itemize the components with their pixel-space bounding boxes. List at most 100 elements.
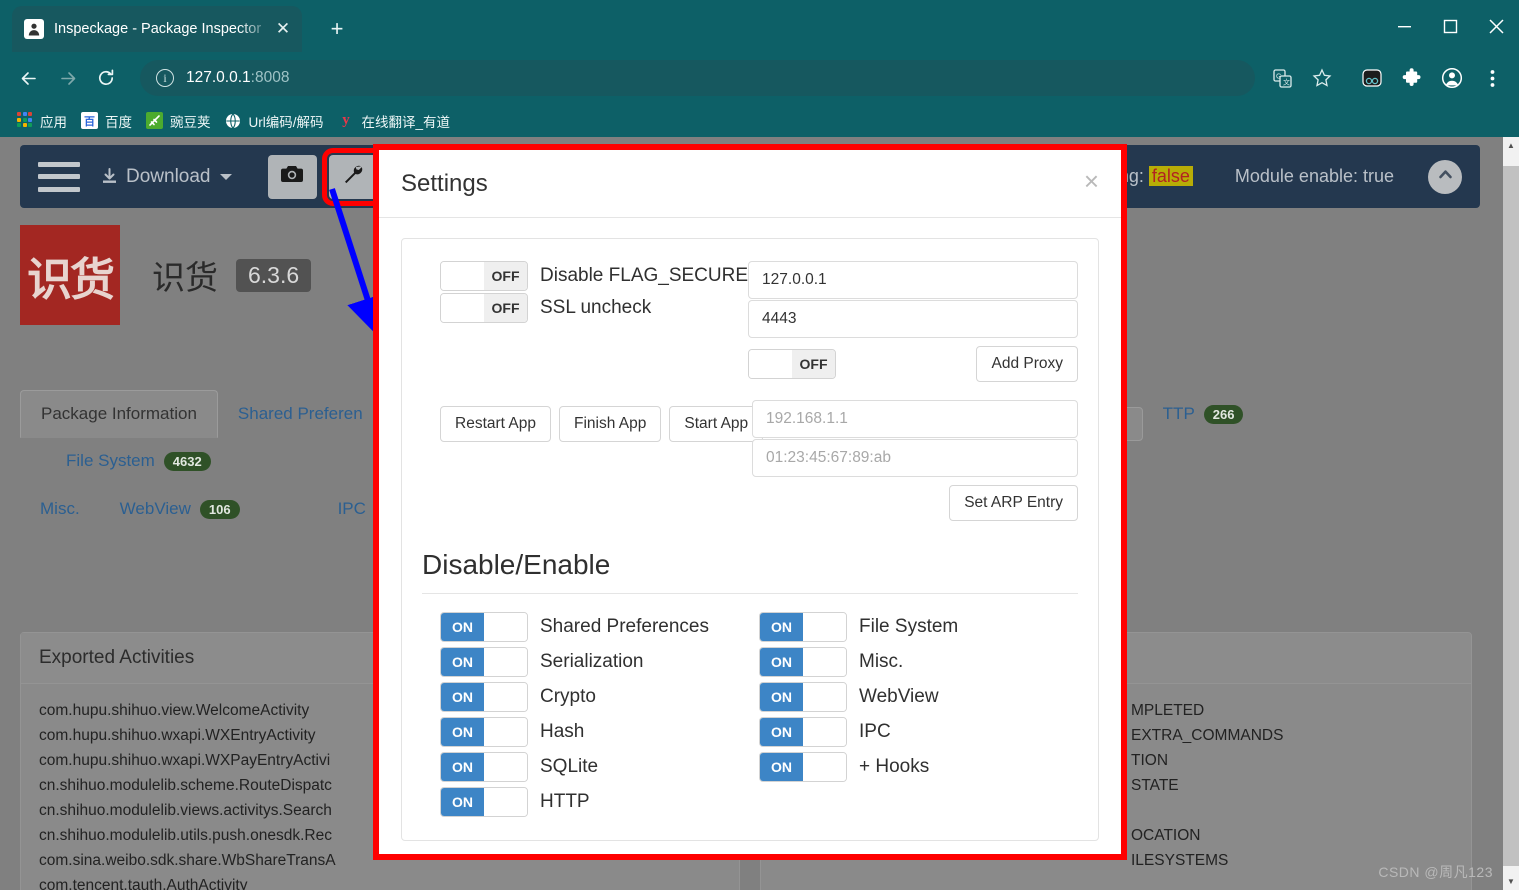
settings-mid-grid: Restart App Finish App Start App Set ARP… bbox=[422, 382, 1078, 521]
page-scrollbar[interactable]: ▲ ▼ bbox=[1503, 137, 1519, 890]
flag-secure-row: OFF Disable FLAG_SECURE bbox=[440, 261, 748, 291]
toggle-label: IPC bbox=[859, 721, 891, 743]
toggle-knob bbox=[749, 350, 792, 378]
shared-preferences-toggle[interactable]: ON bbox=[440, 612, 528, 642]
tab-webview[interactable]: WebView 106 bbox=[100, 486, 260, 532]
forward-arrow-icon[interactable] bbox=[52, 62, 84, 94]
bookmark-wandoujia[interactable]: 豌豆荚 bbox=[142, 108, 221, 134]
finish-app-button[interactable]: Finish App bbox=[559, 406, 661, 442]
http-toggle[interactable]: ON bbox=[440, 787, 528, 817]
settings-modal-body: OFF Disable FLAG_SECURE OFF SSL uncheck bbox=[379, 218, 1121, 854]
ipc-toggle[interactable]: ON bbox=[759, 717, 847, 747]
address-bar[interactable]: i 127.0.0.1:8008 bbox=[140, 60, 1255, 96]
ssl-uncheck-toggle[interactable]: OFF bbox=[440, 293, 528, 323]
scroll-up-arrow-icon[interactable]: ▲ bbox=[1503, 137, 1519, 154]
profile-icon[interactable] bbox=[1436, 62, 1468, 94]
tab-label: Shared Preferen bbox=[238, 404, 363, 424]
restart-app-button[interactable]: Restart App bbox=[440, 406, 551, 442]
toggle-row-shared-preferences: ON Shared Preferences bbox=[440, 612, 759, 642]
file-system-toggle[interactable]: ON bbox=[759, 612, 847, 642]
bookmark-urlcodec[interactable]: Url编码/解码 bbox=[221, 108, 334, 134]
settings-wrench-button[interactable] bbox=[329, 155, 378, 199]
hooks-toggle[interactable]: ON bbox=[759, 752, 847, 782]
bookmark-label: 豌豆荚 bbox=[170, 111, 211, 131]
bookmark-baidu[interactable]: 百 百度 bbox=[77, 108, 142, 134]
info-circle-icon[interactable]: i bbox=[156, 69, 174, 87]
status-badge: false bbox=[1149, 166, 1193, 186]
arp-ip-input[interactable] bbox=[752, 400, 1078, 438]
misc-toggle[interactable]: ON bbox=[759, 647, 847, 677]
bookmark-label: 在线翻译_有道 bbox=[362, 111, 451, 131]
settings-modal-header: Settings × bbox=[379, 150, 1121, 218]
toggle-label: Disable FLAG_SECURE bbox=[540, 265, 748, 287]
tab-favicon-icon bbox=[24, 19, 44, 39]
app-name: 识货 bbox=[152, 251, 218, 299]
toggle-knob bbox=[484, 753, 527, 781]
settings-modal-title: Settings bbox=[401, 170, 488, 198]
toggle-state-label: ON bbox=[441, 718, 484, 746]
arp-mac-input[interactable] bbox=[752, 439, 1078, 477]
download-dropdown[interactable]: Download bbox=[100, 166, 232, 188]
browser-tab[interactable]: Inspeckage - Package Inspector ✕ bbox=[12, 6, 302, 52]
tab-badge: 106 bbox=[200, 500, 240, 519]
download-label: Download bbox=[126, 166, 211, 188]
list-item: com.tencent.tauth.AuthActivity bbox=[39, 873, 721, 890]
app-version-badge: 6.3.6 bbox=[236, 259, 311, 292]
reload-icon[interactable] bbox=[90, 62, 122, 94]
disable-flag-secure-toggle[interactable]: OFF bbox=[440, 261, 528, 291]
webview-toggle[interactable]: ON bbox=[759, 682, 847, 712]
sqlite-toggle[interactable]: ON bbox=[440, 752, 528, 782]
close-icon[interactable] bbox=[1473, 0, 1519, 52]
tab-file-system[interactable]: File System 4632 bbox=[46, 438, 231, 484]
serialization-toggle[interactable]: ON bbox=[440, 647, 528, 677]
star-icon[interactable] bbox=[1306, 62, 1338, 94]
scrollbar-thumb[interactable] bbox=[1503, 166, 1519, 866]
close-icon[interactable]: × bbox=[1080, 164, 1103, 198]
toggle-knob bbox=[803, 718, 846, 746]
proxy-port-input[interactable] bbox=[748, 300, 1078, 338]
puzzle-icon[interactable] bbox=[1396, 62, 1428, 94]
tab-shared-preferences[interactable]: Shared Preferen bbox=[218, 391, 383, 437]
hamburger-menu-icon[interactable] bbox=[38, 162, 80, 192]
extension-avatar-icon[interactable] bbox=[1356, 62, 1388, 94]
start-app-button[interactable]: Start App bbox=[669, 406, 763, 442]
maximize-icon[interactable] bbox=[1427, 0, 1473, 52]
bookmark-youdao[interactable]: y 在线翻译_有道 bbox=[334, 108, 461, 134]
back-arrow-icon[interactable] bbox=[12, 62, 44, 94]
new-tab-button[interactable]: + bbox=[322, 14, 352, 44]
proxy-toggle[interactable]: OFF bbox=[748, 349, 836, 379]
toggle-label: SQLite bbox=[540, 756, 598, 778]
toggle-row-ipc: ON IPC bbox=[759, 717, 1078, 747]
screenshot-button[interactable] bbox=[268, 155, 317, 199]
toggle-knob bbox=[441, 262, 484, 290]
proxy-column: OFF Add Proxy bbox=[748, 261, 1078, 382]
toggle-row-crypto: ON Crypto bbox=[440, 682, 759, 712]
scroll-down-arrow-icon[interactable]: ▼ bbox=[1503, 873, 1519, 890]
add-proxy-button[interactable]: Add Proxy bbox=[976, 346, 1078, 382]
toggle-label: + Hooks bbox=[859, 756, 929, 778]
toggle-state-label: ON bbox=[760, 753, 803, 781]
translate-icon[interactable]: G文 bbox=[1266, 62, 1298, 94]
disable-enable-left-column: ON Shared Preferences ON Serial bbox=[440, 612, 759, 822]
toggle-label: Hash bbox=[540, 721, 584, 743]
toggle-state-label: OFF bbox=[792, 350, 835, 378]
set-arp-entry-button[interactable]: Set ARP Entry bbox=[949, 485, 1078, 521]
browser-toolbar: i 127.0.0.1:8008 G文 bbox=[0, 52, 1519, 104]
toggle-row-file-system: ON File System bbox=[759, 612, 1078, 642]
crypto-toggle[interactable]: ON bbox=[440, 682, 528, 712]
collapse-button[interactable] bbox=[1428, 160, 1462, 194]
proxy-host-input[interactable] bbox=[748, 261, 1078, 299]
hash-toggle[interactable]: ON bbox=[440, 717, 528, 747]
minimize-icon[interactable] bbox=[1381, 0, 1427, 52]
toggle-state-label: ON bbox=[441, 613, 484, 641]
kebab-menu-icon[interactable] bbox=[1476, 62, 1508, 94]
toggle-knob bbox=[803, 648, 846, 676]
tab-misc[interactable]: Misc. bbox=[20, 486, 100, 532]
globe-icon bbox=[225, 112, 242, 129]
tab-close-icon[interactable]: ✕ bbox=[272, 18, 294, 40]
bookmark-apps[interactable]: 应用 bbox=[12, 108, 77, 134]
tab-package-information[interactable]: Package Information bbox=[20, 390, 218, 438]
toggle-label: WebView bbox=[859, 686, 939, 708]
tab-http[interactable]: TTP 266 bbox=[1143, 391, 1264, 437]
tab-label: WebView bbox=[120, 499, 191, 519]
